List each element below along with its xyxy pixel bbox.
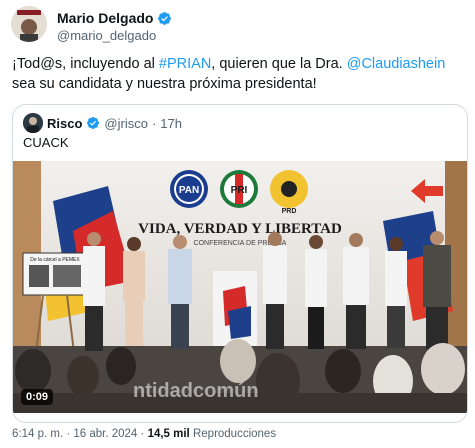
tweet-text-prefix: ¡Tod@s, incluyendo al <box>12 56 159 72</box>
quoted-tweet-text: CUACK <box>23 135 69 150</box>
video-people <box>83 231 451 351</box>
tweet-time[interactable]: 6:14 p. m. <box>12 428 63 440</box>
verified-badge-icon <box>158 11 172 25</box>
tweet-text-mid: , quieren que la Dra. <box>211 56 347 72</box>
video-poster-text: De la cárcel a PEMEX <box>30 257 80 263</box>
tweet-footer: 6:14 p. m. · 16 abr. 2024 · 14,5 mil Rep… <box>12 428 276 440</box>
video-duration: 0:09 <box>21 389 54 405</box>
tweet-text: ¡Tod@s, incluyendo al #PRIAN, quieren qu… <box>12 54 467 94</box>
tweet-views-label: Reproducciones <box>192 428 277 440</box>
video-watermark: ntidadcomún <box>133 380 259 402</box>
video-logo-pan: PAN <box>179 185 199 196</box>
quoted-author-name[interactable]: Risco <box>47 116 82 131</box>
tweet-text-suffix: sea su candidata y nuestra próxima presi… <box>12 76 317 92</box>
author-name-row: Mario Delgado <box>57 10 172 26</box>
tweet-views-count: 14,5 mil <box>147 428 190 440</box>
tweet-date[interactable]: 16 abr. 2024 <box>73 428 137 440</box>
quoted-author-avatar[interactable] <box>23 113 43 133</box>
video-banner-title: VIDA, VERDAD Y LIBERTAD <box>138 221 342 237</box>
video-logo-pri: PRI <box>231 185 248 196</box>
quoted-tweet-header: Risco @jrisco · 17h <box>23 113 182 133</box>
footer-dot-2: · <box>140 428 148 440</box>
quoted-verified-badge-icon <box>87 117 100 129</box>
hashtag-link[interactable]: #PRIAN <box>159 56 211 72</box>
quoted-dot-separator: · <box>151 115 157 131</box>
author-name[interactable]: Mario Delgado <box>57 10 153 26</box>
quoted-tweet[interactable]: Risco @jrisco · 17h CUACK PAN PRI PRD VI… <box>12 104 468 423</box>
author-handle[interactable]: @mario_delgado <box>57 28 156 43</box>
quoted-author-handle[interactable]: @jrisco <box>104 116 148 131</box>
video-logo-prd: PRD <box>282 208 297 215</box>
quoted-timestamp[interactable]: 17h <box>160 116 182 131</box>
mention-link[interactable]: @Claudiashein <box>347 56 446 72</box>
video-frame: PAN PRI PRD VIDA, VERDAD Y LIBERTAD CONF… <box>13 161 467 413</box>
author-avatar[interactable] <box>11 6 47 42</box>
video-player[interactable]: PAN PRI PRD VIDA, VERDAD Y LIBERTAD CONF… <box>13 161 467 413</box>
